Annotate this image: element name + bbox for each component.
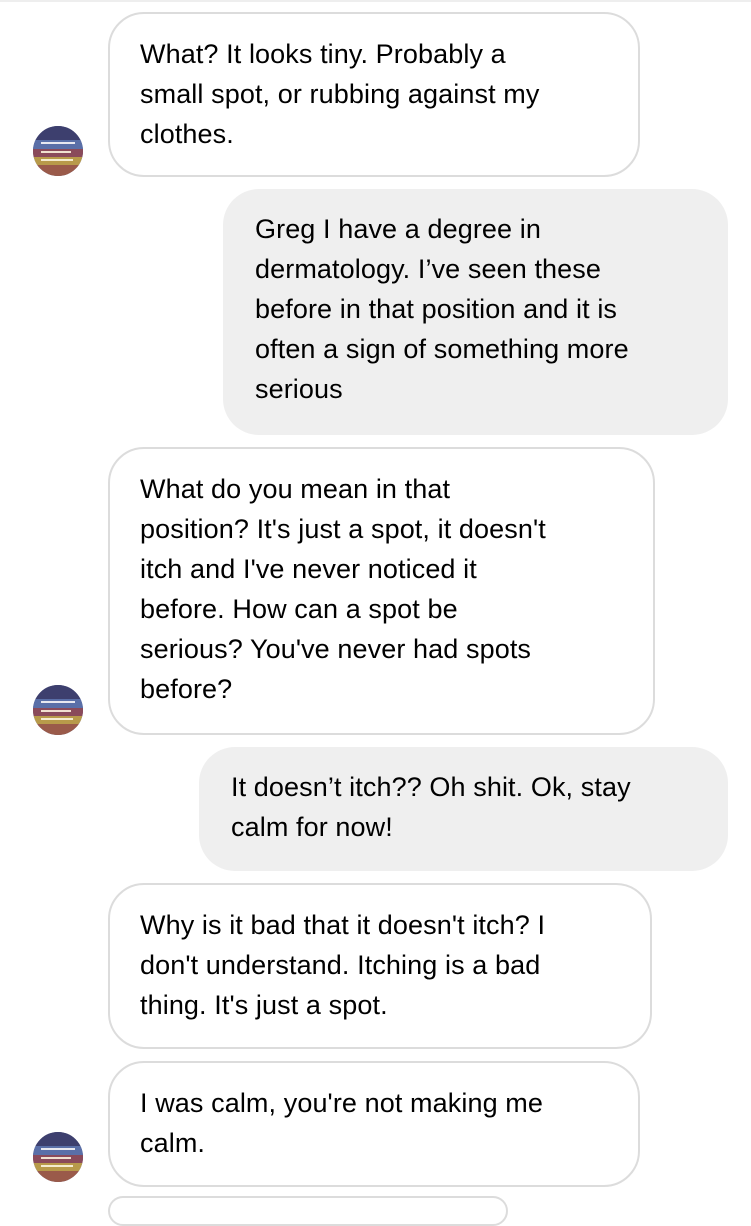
top-divider (0, 0, 751, 2)
message-bubble-partial[interactable] (108, 1196, 508, 1226)
message-bubble-outgoing[interactable]: Greg I have a degree in dermatology. I’v… (223, 189, 728, 435)
message-bubble-incoming[interactable]: I was calm, you're not making me calm. (108, 1061, 640, 1187)
message-bubble-outgoing[interactable]: It doesn’t itch?? Oh shit. Ok, stay calm… (199, 747, 728, 871)
message-bubble-incoming[interactable]: Why is it bad that it doesn't itch? I do… (108, 883, 652, 1049)
message-bubble-incoming[interactable]: What? It looks tiny. Probably a small sp… (108, 12, 640, 177)
contact-avatar-icon[interactable] (33, 126, 83, 176)
contact-avatar-icon[interactable] (33, 1132, 83, 1182)
contact-avatar-icon[interactable] (33, 685, 83, 735)
message-bubble-incoming[interactable]: What do you mean in that position? It's … (108, 447, 655, 735)
